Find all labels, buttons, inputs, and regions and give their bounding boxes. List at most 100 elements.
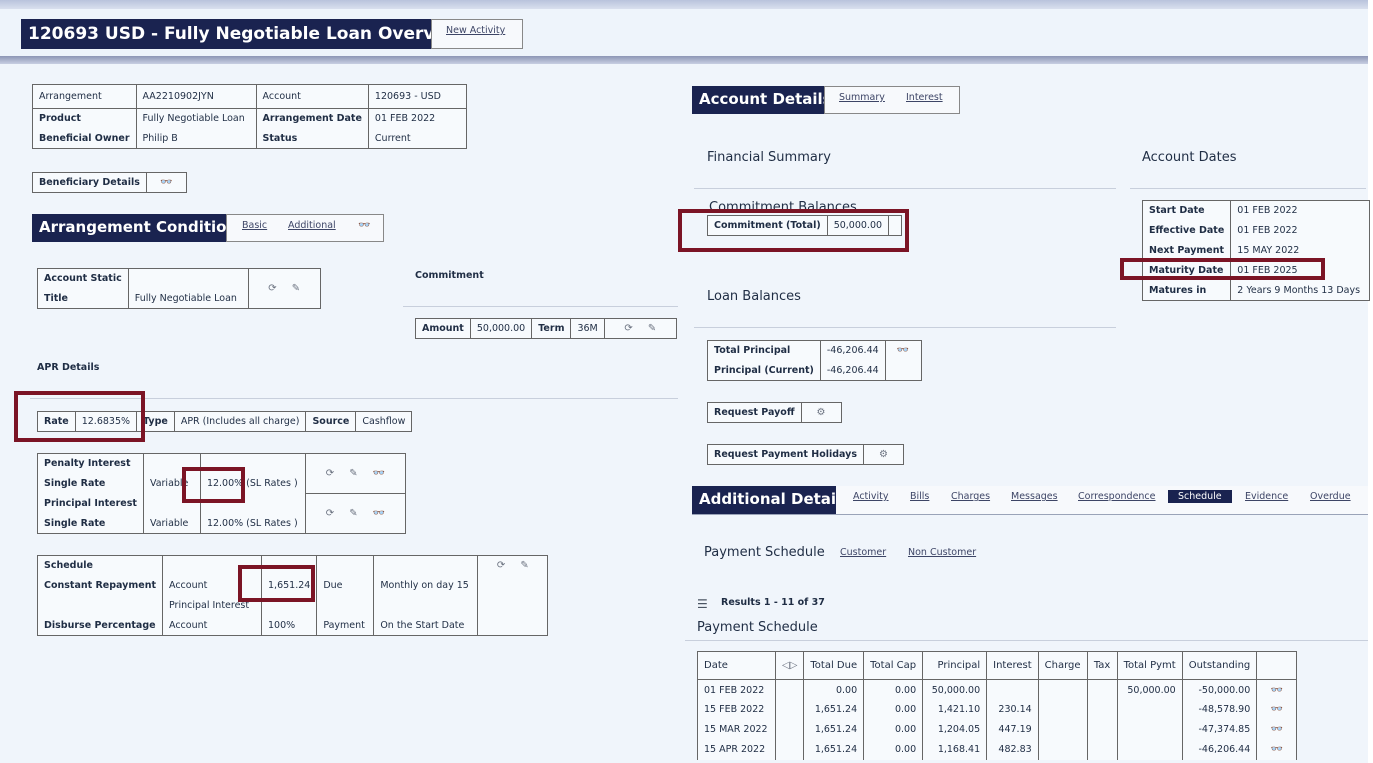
edit-icon[interactable]: ✎ [520,560,528,571]
cell-total-pymt [1116,719,1183,740]
gear-icon: ⚙ [879,449,888,460]
single-rate-label: Single Rate [37,513,144,534]
cell-date: 15 MAR 2022 [697,719,776,740]
arrangement-conditions-title: Arrangement Conditions [32,214,254,242]
frequency-value: Monthly on day 15 [373,575,479,596]
single-rate-label: Single Rate [37,473,144,494]
menu-icon[interactable]: ☰ [697,597,708,611]
table-row: 15 FEB 2022 1,651.24 0.00 1,421.10 230.1… [697,699,1298,720]
tab-basic[interactable]: Basic [242,220,267,231]
tab-activity[interactable]: Activity [853,491,889,502]
edit-icon[interactable]: ✎ [349,468,357,479]
tab-schedule[interactable]: Schedule [1168,490,1232,503]
cell-total-due: 1,651.24 [803,719,865,740]
right-edge [1368,0,1373,763]
row-view-button[interactable]: 👓 [1256,719,1298,740]
expand-columns-icon[interactable]: ◁▷ [782,660,797,671]
tab-additional[interactable]: Additional [288,220,336,231]
tab-bills[interactable]: Bills [910,491,929,502]
cell-total-cap: 0.00 [863,739,924,760]
cell-total-cap: 0.00 [863,719,924,740]
tab-charges[interactable]: Charges [951,491,990,502]
commitment-heading: Commitment [415,270,484,281]
tab-interest[interactable]: Interest [906,92,943,103]
refresh-icon[interactable]: ⟳ [326,468,334,479]
edit-icon[interactable]: ✎ [648,323,656,334]
cell-total-pymt: 50,000.00 [1116,679,1183,700]
date-label: Start Date [1141,200,1232,221]
glasses-icon[interactable]: 👓 [373,508,385,519]
title-bar-divider [0,56,1368,64]
tab-messages[interactable]: Messages [1011,491,1058,502]
cell-charge [1037,719,1088,740]
commitment-actions: ⟳ ✎ [603,318,677,339]
gear-icon: ⚙ [816,407,826,418]
tab-evidence[interactable]: Evidence [1245,491,1288,502]
source-label: Source [305,411,357,432]
cell-tax [1086,739,1118,760]
col-date[interactable]: Date [697,651,776,680]
glasses-icon: 👓 [1270,744,1283,755]
title-label: Title [37,288,129,309]
refresh-icon[interactable]: ⟳ [326,508,334,519]
product-label: Product [32,108,137,129]
cell-interest: 447.19 [986,719,1039,740]
non-customer-link[interactable]: Non Customer [908,547,976,558]
cell-total-cap: 0.00 [863,679,924,700]
tab-correspondence[interactable]: Correspondence [1078,491,1156,502]
apr-heading: APR Details [37,362,100,373]
payment-schedule-table: Date ◁▷ Total Due Total Cap Principal In… [697,651,1298,760]
col-principal: Principal [922,651,988,680]
cell-outstanding: -48,578.90 [1181,699,1258,720]
glasses-icon: 👓 [896,345,910,356]
constant-repayment-label: Constant Repayment [37,575,163,596]
date-label: Matures in [1141,280,1232,301]
request-payoff-button[interactable]: ⚙ [800,402,842,423]
refresh-icon[interactable]: ⟳ [268,283,276,294]
customer-link[interactable]: Customer [840,547,886,558]
divider [692,514,1368,515]
col-total-pymt: Total Pymt [1116,651,1183,680]
view-beneficiary-button[interactable]: 👓 [145,172,187,193]
tab-overdue[interactable]: Overdue [1310,491,1351,502]
payment-label: Payment [316,615,375,636]
cell-principal: 1,421.10 [922,699,988,720]
principal-rate-value: 12.00% (SL Rates ) [199,513,306,534]
cell-total-due: 0.00 [803,679,865,700]
penalty-actions: ⟳ ✎ 👓 [304,453,406,494]
glasses-icon[interactable]: 👓 [373,468,385,479]
title-tabs: New Activity [431,19,523,49]
cell-interest: 230.14 [986,699,1039,720]
cell-interest [986,679,1039,700]
col-expand[interactable]: ◁▷ [774,651,805,680]
row-view-button[interactable]: 👓 [1256,679,1298,700]
cell-outstanding: -47,374.85 [1181,719,1258,740]
glasses-icon: 👓 [1270,685,1283,697]
glasses-icon[interactable]: 👓 [358,220,370,231]
new-activity-link[interactable]: New Activity [446,25,505,36]
cell-interest: 482.83 [986,739,1039,760]
row-view-button[interactable]: 👓 [1256,699,1298,720]
account-details-title: Account Details [692,86,839,114]
date-label: Effective Date [1141,220,1232,241]
schedule-label: Schedule [37,555,163,576]
loan-view-button[interactable]: 👓 [884,340,922,381]
term-value: 36M [570,318,605,339]
refresh-icon[interactable]: ⟳ [624,323,632,334]
edit-icon[interactable]: ✎ [292,283,300,294]
arrangement-conditions-tabs: Basic Additional 👓 [226,214,384,242]
refresh-icon[interactable]: ⟳ [497,560,505,571]
account-static-box: Account Static ⟳ ✎ Title Fully Negotiabl… [37,268,321,309]
results-count: Results 1 - 11 of 37 [721,597,825,608]
account-value: 120693 - USD [367,84,467,109]
disburse-percentage-label: Disburse Percentage [37,615,163,636]
request-holidays-button[interactable]: ⚙ [863,444,904,465]
owner-label: Beneficial Owner [32,128,137,149]
col-total-cap: Total Cap [863,651,924,680]
tab-summary[interactable]: Summary [839,92,885,103]
edit-icon[interactable]: ✎ [349,508,357,519]
row-view-button[interactable]: 👓 [1256,739,1298,760]
cell-tax [1086,699,1118,720]
maturity-highlight [1120,258,1325,280]
col-outstanding: Outstanding [1181,651,1258,680]
